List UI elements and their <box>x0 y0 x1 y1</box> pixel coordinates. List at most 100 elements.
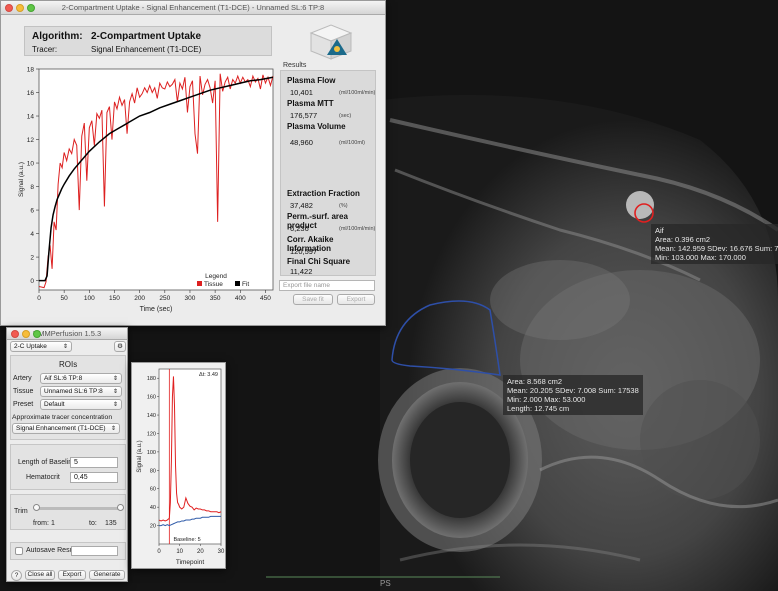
panel-minimize-icon[interactable] <box>22 330 30 338</box>
y-tick-label: 140 <box>147 413 156 419</box>
x-tick-label: 250 <box>159 295 170 302</box>
panel-zoom-icon[interactable] <box>33 330 41 338</box>
y-tick-label: 40 <box>150 505 156 511</box>
hematocrit-input[interactable]: 0,45 <box>70 472 118 483</box>
artery-label: Artery <box>13 375 32 382</box>
x-tick-label: 100 <box>84 295 95 302</box>
x-tick-label: 20 <box>197 549 204 555</box>
trim-label: Trim <box>14 508 28 515</box>
small-y-axis-label: Signal (a.u.) <box>137 440 143 472</box>
plasma-mtt-unit: (sec) <box>339 113 352 119</box>
result-window: 2-Compartment Uptake - Signal Enhancemen… <box>0 0 386 326</box>
chevron-updown-icon: ⇕ <box>112 389 118 395</box>
results-title: Results <box>283 62 307 69</box>
result-window-titlebar[interactable]: 2-Compartment Uptake - Signal Enhancemen… <box>1 1 385 15</box>
generate-button[interactable]: Generate <box>89 570 125 580</box>
tracer-label: Tracer: <box>32 45 58 54</box>
delta-t-label: Δt: 3.49 <box>199 372 218 378</box>
legend-tissue-label: Tissue <box>204 281 223 288</box>
ummperfusion-titlebar[interactable]: UMMPerfusion 1.5.3 <box>7 328 127 340</box>
tissue-label: Tissue <box>13 388 34 395</box>
trim-from-value: 1 <box>51 520 55 527</box>
result-window-title: 2-Compartment Uptake - Signal Enhancemen… <box>61 3 325 12</box>
approx-tracer-select[interactable]: Signal Enhancement (T1-DCE) ⇕ <box>12 423 120 434</box>
aif-roi-info: Aif Area: 0.396 cm2 Mean: 142.959 SDev: … <box>651 224 778 264</box>
export-results-button[interactable]: Export <box>337 294 375 305</box>
chevron-updown-icon: ⇕ <box>112 402 118 408</box>
y-tick-label: 20 <box>150 524 156 530</box>
export-button[interactable]: Export <box>58 570 86 580</box>
x-tick-label: 0 <box>37 295 41 302</box>
plasma-volume-label: Plasma Volume <box>287 122 346 131</box>
autosave-label: Autosave Result <box>26 547 77 554</box>
x-tick-label: 50 <box>61 295 69 302</box>
y-tick-label: 10 <box>27 161 35 168</box>
approx-tracer-value: Signal Enhancement (T1-DCE) <box>16 425 106 432</box>
baseline-length-label: Length of Baseline <box>18 459 76 466</box>
export-filename-input[interactable]: Export file name <box>279 280 375 291</box>
artery-select-value: Aif SL:6 TP:8 <box>44 375 83 382</box>
y-tick-label: 14 <box>27 114 35 121</box>
autosave-checkbox[interactable] <box>15 547 23 555</box>
model-select[interactable]: 2-C Uptake ⇕ <box>10 341 72 352</box>
legend-fit-label: Fit <box>242 281 249 288</box>
tissue-select[interactable]: Unnamed SL:6 TP:8 ⇕ <box>40 386 122 397</box>
preset-select[interactable]: Default ⇕ <box>40 399 122 410</box>
legend-fit-swatch <box>235 281 240 286</box>
close-all-button[interactable]: Close all <box>25 570 55 580</box>
results-panel: Plasma Flow 10,401 (ml/100ml/min) Plasma… <box>280 70 376 276</box>
x-axis-label: Time (sec) <box>140 306 173 313</box>
extraction-fraction-label: Extraction Fraction <box>287 189 360 198</box>
tracer-value: Signal Enhancement (T1-DCE) <box>91 45 202 54</box>
plasma-mtt-value: 176,577 <box>290 111 318 120</box>
legend-tissue-swatch <box>197 281 202 286</box>
x-tick-label: 200 <box>134 295 145 302</box>
y-tick-label: 12 <box>27 137 35 144</box>
aif-curve-chart[interactable]: 20 40 60 80 100 120 140 160 180 0 10 20 30 Timepoint S… <box>132 363 227 570</box>
ummperfusion-panel: UMMPerfusion 1.5.3 2-C Uptake ⇕ ⚙ ROIs Ar… <box>6 327 128 582</box>
save-fit-button[interactable]: Save fit <box>293 294 333 305</box>
plasma-flow-unit: (ml/100ml/min) <box>339 90 376 96</box>
zoom-window-icon[interactable] <box>27 4 35 12</box>
close-window-icon[interactable] <box>5 4 13 12</box>
extraction-fraction-value: 37,482 <box>290 201 313 210</box>
settings-gear-button[interactable]: ⚙ <box>114 341 126 352</box>
viewer: Aif Area: 0.396 cm2 Mean: 142.959 SDev: … <box>0 0 778 591</box>
autosave-input[interactable] <box>71 546 118 556</box>
plasma-flow-label: Plasma Flow <box>287 76 336 85</box>
baseline-length-input[interactable]: 5 <box>70 457 118 468</box>
minimize-window-icon[interactable] <box>16 4 24 12</box>
x-tick-label: 30 <box>218 549 225 555</box>
artery-select[interactable]: Aif SL:6 TP:8 ⇕ <box>40 373 122 384</box>
y-tick-label: 16 <box>27 90 35 97</box>
y-tick-label: 100 <box>147 450 156 456</box>
chevron-updown-icon: ⇕ <box>110 426 116 432</box>
y-tick-label: 6 <box>30 208 34 215</box>
small-plot-area <box>158 368 222 545</box>
y-tick-label: 120 <box>147 431 156 437</box>
trim-slider-track[interactable] <box>35 507 122 510</box>
plasma-volume-value: 48,960 <box>290 138 313 147</box>
trim-from-handle[interactable] <box>33 504 40 511</box>
help-button[interactable]: ? <box>11 570 22 581</box>
algorithm-header: Algorithm: 2-Compartment Uptake Tracer: … <box>24 26 272 56</box>
gear-icon: ⚙ <box>117 343 123 350</box>
trim-to-handle[interactable] <box>117 504 124 511</box>
algorithm-label: Algorithm: <box>32 31 83 42</box>
plasma-flow-value: 10,401 <box>290 88 313 97</box>
panel-close-icon[interactable] <box>11 330 19 338</box>
plasma-mtt-label: Plasma MTT <box>287 99 334 108</box>
y-tick-label: 8 <box>30 184 34 191</box>
x-tick-label: 400 <box>235 295 246 302</box>
baseline-label: Baseline: 5 <box>173 537 200 543</box>
ummperfusion-title: UMMPerfusion 1.5.3 <box>32 329 102 338</box>
tissue-roi-info: Area: 8.568 cm2 Mean: 20.205 SDev: 7.008… <box>503 375 643 415</box>
preset-select-value: Default <box>44 401 65 408</box>
osirix-logo-icon <box>309 24 353 60</box>
approx-tracer-label: Approximate tracer concentration <box>12 414 113 421</box>
uptake-chart[interactable]: 0 2 4 6 8 10 12 14 16 18 0 50 100 150 200 250 300 350 400 4… <box>11 62 279 324</box>
x-tick-label: 0 <box>157 549 161 555</box>
y-tick-label: 60 <box>150 487 156 493</box>
trim-to-value: 135 <box>105 520 117 527</box>
chi-square-label: Final Chi Square <box>287 257 351 266</box>
